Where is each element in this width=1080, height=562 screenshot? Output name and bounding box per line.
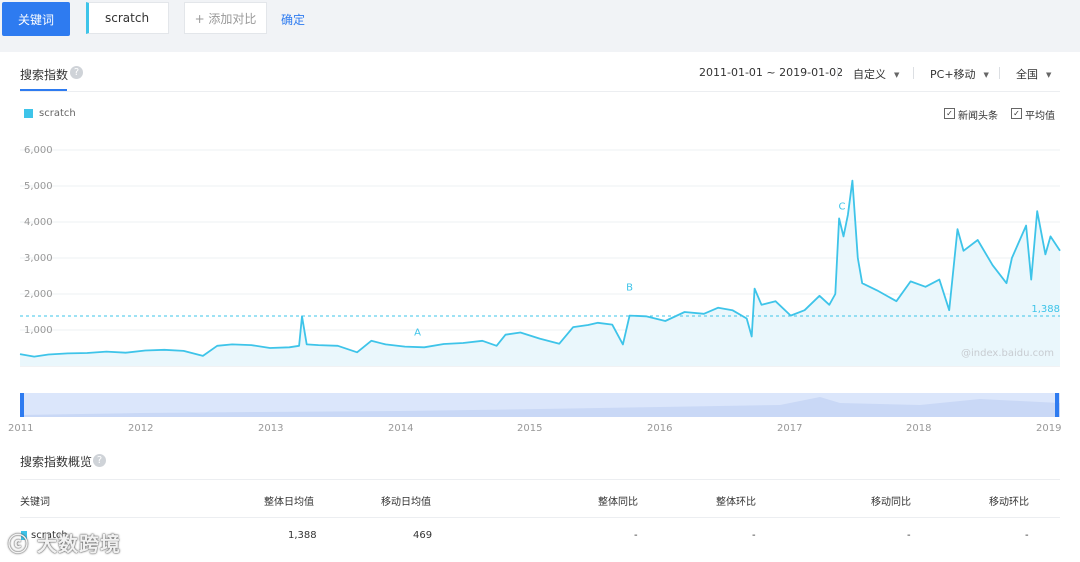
date-range-select[interactable]: 2011-01-01 ~ 2019-01-02: [699, 66, 843, 79]
caret-down-icon: ▼: [894, 71, 900, 79]
confirm-link[interactable]: 确定: [281, 11, 305, 28]
range-year-label: 2014: [388, 423, 414, 434]
y-tick-label: 1,000: [24, 325, 53, 336]
range-slider-track[interactable]: [20, 393, 1060, 417]
top-bar: 关键词 scratch + 添加对比 确定: [0, 0, 1080, 52]
caret-down-icon: ▼: [983, 71, 989, 79]
table-cell-mobile-yoy: -: [907, 530, 911, 541]
y-tick-label: 5,000: [24, 181, 53, 192]
range-end-handle[interactable]: [1055, 393, 1059, 417]
column-header: 关键词: [20, 497, 50, 508]
overview-title: 搜索指数概览: [20, 455, 93, 469]
divider: [20, 479, 1060, 480]
range-year-label: 2012: [128, 423, 154, 434]
divider: [837, 67, 838, 79]
search-index-chart[interactable]: 1,0002,0003,0004,0005,0006,0001,388ABC20…: [0, 130, 1080, 370]
device-select[interactable]: PC+移动 ▼: [930, 66, 989, 82]
table-cell-mobile-avg: 469: [413, 530, 433, 541]
column-header: 整体日均值: [264, 497, 314, 508]
site-watermark: @index.baidu.com: [961, 348, 1054, 359]
range-year-label: 2016: [647, 423, 673, 434]
news-checkbox[interactable]: ✓: [944, 108, 955, 119]
annotation-marker: C: [838, 201, 845, 212]
column-header: 移动日均值: [381, 497, 431, 508]
divider: [20, 517, 1060, 518]
y-tick-label: 6,000: [24, 145, 53, 156]
keyword-input[interactable]: scratch: [86, 2, 169, 34]
column-header: 整体环比: [716, 497, 756, 508]
range-slider-preview: [20, 397, 1060, 417]
divider: [999, 67, 1000, 79]
range-year-label: 2017: [777, 423, 803, 434]
keyword-tab-button[interactable]: 关键词: [2, 2, 70, 36]
y-tick-label: 3,000: [24, 253, 53, 264]
table-cell-overall-avg: 1,388: [288, 530, 317, 541]
average-checkbox[interactable]: ✓: [1011, 108, 1022, 119]
tab-search-index[interactable]: 搜索指数: [20, 66, 68, 83]
help-icon[interactable]: ?: [70, 66, 83, 79]
table-cell-overall-mom: -: [752, 530, 756, 541]
average-label: 1,388: [1031, 304, 1060, 315]
legend-label[interactable]: scratch: [39, 108, 76, 119]
range-year-label: 2011: [8, 423, 34, 434]
range-year-label: 2018: [906, 423, 932, 434]
help-icon[interactable]: ?: [93, 454, 106, 467]
table-cell-mobile-mom: -: [1025, 530, 1029, 541]
region-select[interactable]: 全国 ▼: [1016, 66, 1051, 82]
period-select[interactable]: 自定义 ▼: [853, 66, 899, 82]
column-header: 整体同比: [598, 497, 638, 508]
column-header: 移动同比: [871, 497, 911, 508]
range-year-label: 2019: [1036, 423, 1062, 434]
overlay-watermark: ⓒ 大数跨境: [8, 532, 121, 556]
range-start-handle[interactable]: [20, 393, 24, 417]
search-index-panel: 搜索指数 ? 2011-01-01 ~ 2019-01-02 自定义 ▼ PC+移…: [0, 52, 1080, 562]
y-tick-label: 2,000: [24, 289, 53, 300]
average-checkbox-label: 平均值: [1025, 111, 1055, 122]
annotation-marker: A: [414, 327, 421, 338]
range-year-label: 2015: [517, 423, 543, 434]
legend-swatch: [24, 109, 33, 118]
column-header: 移动环比: [989, 497, 1029, 508]
news-checkbox-label: 新闻头条: [958, 111, 998, 122]
add-compare-button[interactable]: + 添加对比: [184, 2, 267, 34]
caret-down-icon: ▼: [1046, 71, 1052, 79]
y-tick-label: 4,000: [24, 217, 53, 228]
divider: [913, 67, 914, 79]
range-year-label: 2013: [258, 423, 284, 434]
annotation-marker: B: [626, 282, 633, 293]
divider: [20, 91, 1060, 92]
table-cell-overall-yoy: -: [634, 530, 638, 541]
